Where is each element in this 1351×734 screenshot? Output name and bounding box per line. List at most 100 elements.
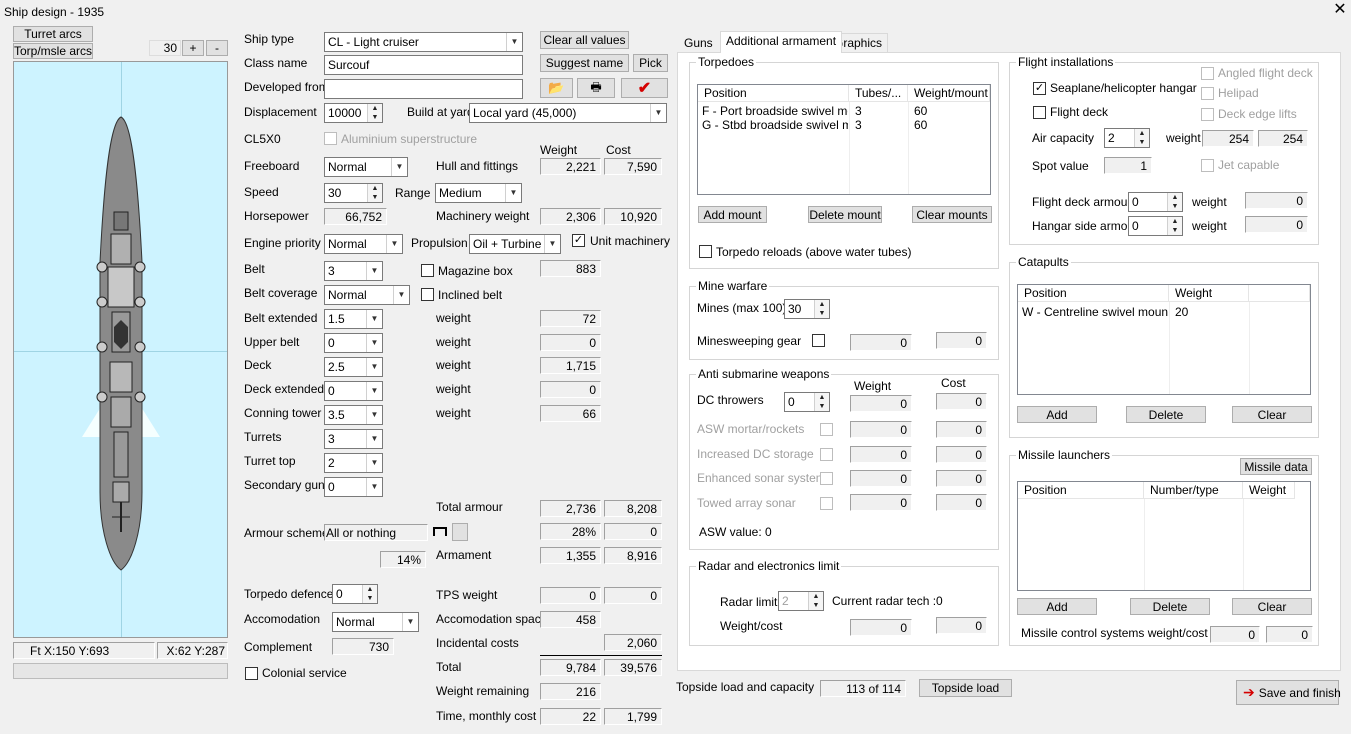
- turret-top-select[interactable]: 2 ▼: [324, 453, 383, 473]
- propulsion-select[interactable]: Oil + Turbine ▼: [469, 234, 561, 254]
- build-at-yard-label: Build at yard: [407, 105, 474, 119]
- tab-additional-armament[interactable]: Additional armament: [720, 31, 843, 53]
- asw-mortar-checkbox[interactable]: [820, 423, 833, 436]
- add-mount-button[interactable]: Add mount: [698, 206, 767, 223]
- arrow-right-icon: ➔: [1243, 684, 1255, 700]
- torpedo-reloads-checkbox[interactable]: [699, 245, 712, 258]
- helipad-checkbox[interactable]: [1201, 87, 1214, 100]
- open-folder-button[interactable]: 📂: [540, 78, 573, 98]
- aluminium-checkbox[interactable]: [324, 132, 337, 145]
- tab-guns[interactable]: Guns: [678, 33, 719, 52]
- developed-from-input[interactable]: [324, 79, 523, 99]
- range-select[interactable]: Medium ▼: [435, 183, 522, 203]
- build-at-yard-select[interactable]: Local yard (45,000) ▼: [469, 103, 667, 123]
- clear-all-button[interactable]: Clear all values: [540, 31, 629, 49]
- belt-extended-select[interactable]: 1.5 ▼: [324, 309, 383, 329]
- fd-armour-stepper[interactable]: 0 ▲ ▼: [1128, 192, 1183, 212]
- speed-stepper[interactable]: 30 ▲ ▼: [324, 183, 383, 203]
- zoom-input[interactable]: 30: [149, 40, 181, 56]
- hangar-checkbox[interactable]: ✓: [1033, 82, 1046, 95]
- zoom-minus-button[interactable]: -: [206, 40, 228, 56]
- missile-delete-button[interactable]: Delete: [1130, 598, 1210, 615]
- column-divider: [849, 102, 850, 194]
- column-header[interactable]: Tubes/...: [849, 85, 908, 102]
- save-and-finish-button[interactable]: ➔ Save and finish: [1236, 680, 1341, 705]
- deck-select[interactable]: 2.5 ▼: [324, 357, 383, 377]
- displacement-stepper[interactable]: 10000 ▲ ▼: [324, 103, 383, 123]
- deck-extended-select[interactable]: 0 ▼: [324, 381, 383, 401]
- dc-throwers-stepper[interactable]: 0 ▲ ▼: [784, 392, 830, 412]
- freeboard-select[interactable]: Normal ▼: [324, 157, 408, 177]
- jet-capable-checkbox[interactable]: [1201, 159, 1214, 172]
- inclined-belt-checkbox[interactable]: [421, 288, 434, 301]
- column-header[interactable]: [1249, 285, 1310, 302]
- mines-stepper[interactable]: 30 ▲ ▼: [784, 299, 830, 319]
- missile-add-button[interactable]: Add: [1017, 598, 1097, 615]
- angled-deck-checkbox[interactable]: [1201, 67, 1214, 80]
- table-row[interactable]: W - Centreline swivel mount: [1022, 305, 1168, 319]
- turrets-select[interactable]: 3 ▼: [324, 429, 383, 449]
- deck-extended-label: Deck extended: [244, 382, 325, 396]
- towed-array-checkbox[interactable]: [820, 497, 833, 510]
- weight-header: Weight: [540, 143, 578, 157]
- column-header[interactable]: Position: [698, 85, 849, 102]
- ship-type-select[interactable]: CL - Light cruiser ▼: [324, 32, 523, 52]
- torpedo-defence-stepper[interactable]: 0 ▲ ▼: [332, 584, 378, 604]
- topside-load-button[interactable]: Topside load: [919, 679, 1012, 697]
- chevron-down-icon: ▼: [366, 430, 382, 448]
- catapult-add-button[interactable]: Add: [1017, 406, 1097, 423]
- asw-value: ASW value: 0: [699, 525, 772, 539]
- column-header[interactable]: Weight/mount: [908, 85, 990, 102]
- column-header[interactable]: Weight: [1243, 482, 1295, 499]
- dc-storage-checkbox[interactable]: [820, 448, 833, 461]
- armour-scheme-button[interactable]: [452, 523, 468, 541]
- print-button[interactable]: 🖶: [577, 78, 615, 98]
- clear-mounts-button[interactable]: Clear mounts: [912, 206, 992, 223]
- colonial-service-checkbox[interactable]: [245, 667, 258, 680]
- secondary-guns-select[interactable]: 0 ▼: [324, 477, 383, 497]
- flight-deck-checkbox[interactable]: [1033, 106, 1046, 119]
- accomodation-select[interactable]: Normal ▼: [332, 612, 419, 632]
- pick-button[interactable]: Pick: [633, 54, 668, 72]
- radar-limit-stepper[interactable]: 2 ▲ ▼: [778, 591, 824, 611]
- class-name-input[interactable]: Surcouf: [324, 55, 523, 75]
- column-header[interactable]: Weight: [1169, 285, 1249, 302]
- turret-arcs-button[interactable]: Turret arcs: [13, 26, 93, 42]
- sonar-checkbox[interactable]: [820, 472, 833, 485]
- hs-armour-stepper[interactable]: 0 ▲ ▼: [1128, 216, 1183, 236]
- suggest-name-button[interactable]: Suggest name: [540, 54, 629, 72]
- ship-canvas[interactable]: [13, 61, 228, 638]
- speed-label: Speed: [244, 185, 279, 199]
- belt-coverage-select[interactable]: Normal ▼: [324, 285, 410, 305]
- unit-machinery-checkbox[interactable]: ✓: [572, 234, 585, 247]
- horsepower-label: Horsepower: [244, 209, 309, 223]
- torp-arcs-button[interactable]: Torp/msle arcs: [13, 43, 93, 59]
- upper-belt-select[interactable]: 0 ▼: [324, 333, 383, 353]
- hull-cost: 7,590: [604, 158, 662, 175]
- air-capacity-label: Air capacity: [1032, 131, 1095, 145]
- table-row[interactable]: F - Port broadside swivel mo...: [702, 104, 848, 118]
- magazine-box-checkbox[interactable]: [421, 264, 434, 277]
- zoom-plus-button[interactable]: +: [182, 40, 204, 56]
- accept-button[interactable]: ✔: [621, 78, 668, 98]
- radar-cost: 0: [936, 617, 987, 634]
- missile-clear-button[interactable]: Clear: [1232, 598, 1312, 615]
- catapults-table[interactable]: Position Weight W - Centreline swivel mo…: [1017, 284, 1311, 395]
- torpedo-mounts-table[interactable]: Position Tubes/... Weight/mount F - Port…: [697, 84, 991, 195]
- catapult-clear-button[interactable]: Clear: [1232, 406, 1312, 423]
- delete-mount-button[interactable]: Delete mount: [808, 206, 882, 223]
- belt-select[interactable]: 3 ▼: [324, 261, 383, 281]
- conning-tower-select[interactable]: 3.5 ▼: [324, 405, 383, 425]
- engine-priority-select[interactable]: Normal ▼: [324, 234, 403, 254]
- edge-lifts-checkbox[interactable]: [1201, 108, 1214, 121]
- catapult-delete-button[interactable]: Delete: [1126, 406, 1206, 423]
- missile-data-button[interactable]: Missile data: [1240, 458, 1312, 475]
- minesweeping-checkbox[interactable]: [812, 334, 825, 347]
- air-capacity-stepper[interactable]: 2 ▲ ▼: [1104, 128, 1150, 148]
- column-header[interactable]: Position: [1018, 285, 1169, 302]
- close-icon[interactable]: ✕: [1333, 2, 1347, 18]
- column-header[interactable]: Number/type: [1144, 482, 1243, 499]
- table-row[interactable]: G - Stbd broadside swivel m...: [702, 118, 848, 132]
- column-header[interactable]: Position: [1018, 482, 1144, 499]
- missile-launchers-table[interactable]: Position Number/type Weight: [1017, 481, 1311, 591]
